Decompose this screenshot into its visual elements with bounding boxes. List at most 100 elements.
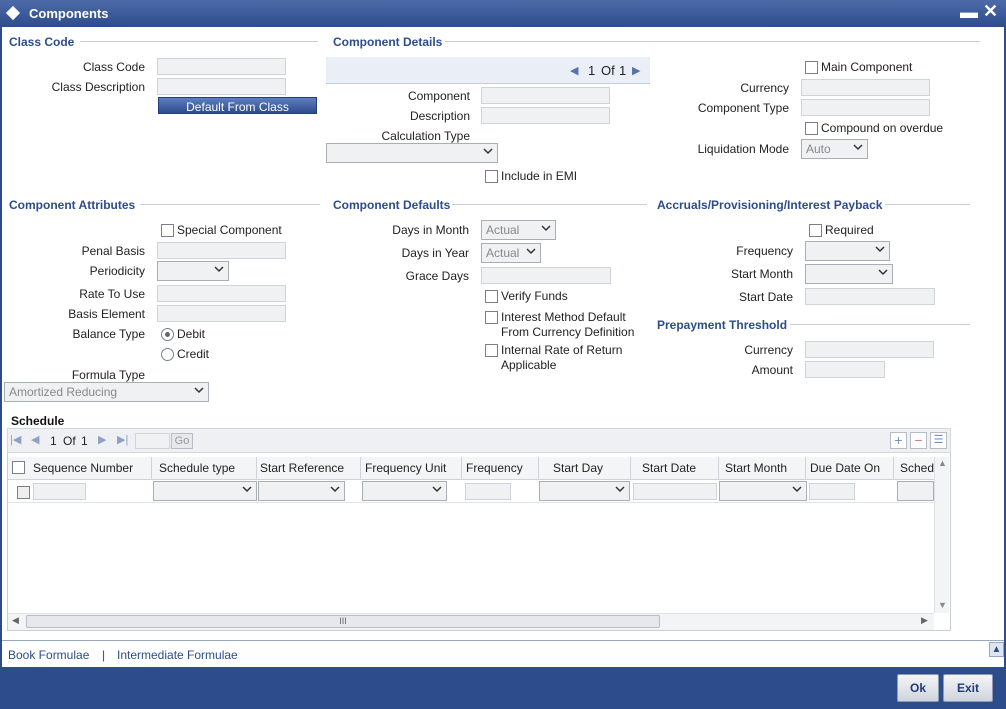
- close-icon[interactable]: ✕: [983, 1, 998, 22]
- due-date-on-input[interactable]: [809, 483, 855, 500]
- periodicity-select[interactable]: [157, 261, 229, 281]
- class-code-input[interactable]: [157, 58, 286, 75]
- start-month-cell-select[interactable]: [719, 481, 807, 501]
- main-component-checkbox[interactable]: [805, 61, 818, 74]
- chevron-down-icon: [615, 486, 625, 493]
- penal-basis-input[interactable]: [157, 242, 286, 259]
- col-schedule[interactable]: Schedule: [894, 457, 934, 480]
- days-in-year-label: Days in Year: [401, 246, 469, 260]
- rate-to-use-input[interactable]: [157, 285, 286, 302]
- start-date-label: Start Date: [738, 290, 793, 304]
- liquidation-mode-label: Liquidation Mode: [697, 142, 789, 156]
- scroll-up-icon[interactable]: ▲: [938, 458, 947, 468]
- col-start-month[interactable]: Start Month: [719, 457, 806, 480]
- exit-button[interactable]: Exit: [943, 674, 993, 702]
- currency-input[interactable]: [801, 79, 930, 96]
- chevron-down-icon: [541, 225, 551, 232]
- frequency-input[interactable]: [465, 483, 511, 500]
- single-view-icon[interactable]: ☰: [930, 432, 947, 449]
- special-component-checkbox[interactable]: [161, 224, 174, 237]
- frequency-label: Frequency: [736, 244, 793, 258]
- scroll-down-icon[interactable]: ▼: [938, 600, 947, 610]
- basis-element-input[interactable]: [157, 305, 286, 322]
- frequency-unit-select[interactable]: [362, 481, 447, 501]
- grace-days-label: Grace Days: [405, 269, 469, 283]
- days-in-year-value: Actual: [486, 246, 520, 260]
- footer-bar: [0, 667, 1006, 709]
- divider: [885, 204, 970, 205]
- formula-type-label: Formula Type: [71, 368, 145, 382]
- col-frequency-unit[interactable]: Frequency Unit: [359, 457, 462, 480]
- debit-label: Debit: [177, 327, 206, 341]
- liquidation-mode-select[interactable]: Auto: [801, 139, 868, 159]
- ok-button[interactable]: Ok: [897, 674, 939, 702]
- class-description-input[interactable]: [157, 78, 286, 95]
- prepayment-amount-input[interactable]: [805, 361, 885, 378]
- credit-label: Credit: [177, 347, 210, 361]
- required-checkbox[interactable]: [809, 224, 822, 237]
- go-button[interactable]: Go: [171, 433, 193, 449]
- pager-next-icon[interactable]: ▶: [632, 64, 640, 77]
- verify-funds-checkbox[interactable]: [485, 290, 498, 303]
- select-all-checkbox[interactable]: [12, 461, 25, 474]
- window-titlebar: Components ▬ ✕: [0, 0, 1006, 27]
- irr-label-2: Applicable: [501, 358, 557, 372]
- schedule-page-total: 1: [81, 434, 88, 448]
- grace-days-input[interactable]: [481, 267, 611, 284]
- frequency-select[interactable]: [805, 241, 890, 261]
- irr-label-1: Internal Rate of Return: [501, 343, 623, 357]
- prepayment-currency-input[interactable]: [805, 341, 934, 358]
- scroll-left-icon[interactable]: ◀: [12, 615, 19, 626]
- col-start-reference[interactable]: Start Reference: [254, 457, 361, 480]
- collapse-up-icon[interactable]: ▲: [989, 642, 1004, 657]
- schedule-cell-select[interactable]: [897, 481, 934, 501]
- start-date-input[interactable]: [805, 288, 935, 305]
- next-page-icon[interactable]: ▶: [98, 433, 106, 446]
- prev-page-icon[interactable]: ◀: [31, 433, 39, 446]
- minimize-icon[interactable]: ▬: [960, 2, 978, 23]
- col-start-day[interactable]: Start Day: [540, 457, 631, 480]
- rate-to-use-label: Rate To Use: [79, 287, 145, 301]
- default-from-class-button[interactable]: Default From Class: [158, 97, 317, 114]
- last-page-icon[interactable]: ▶|: [117, 433, 128, 446]
- interest-method-checkbox[interactable]: [485, 311, 498, 324]
- col-sequence-number[interactable]: Sequence Number: [27, 457, 152, 480]
- row-checkbox[interactable]: [17, 486, 30, 499]
- credit-radio[interactable]: [161, 348, 174, 361]
- book-formulae-link[interactable]: Book Formulae: [8, 648, 89, 662]
- debit-radio[interactable]: [161, 328, 174, 341]
- delete-row-icon[interactable]: −: [910, 432, 927, 449]
- scroll-right-icon[interactable]: ▶: [921, 615, 928, 626]
- penal-basis-label: Penal Basis: [81, 244, 145, 258]
- col-schedule-type[interactable]: Schedule type: [153, 457, 257, 480]
- col-due-date-on[interactable]: Due Date On: [804, 457, 894, 480]
- description-input[interactable]: [481, 107, 610, 124]
- calculation-type-select[interactable]: [326, 143, 498, 163]
- basis-element-label: Basis Element: [68, 307, 145, 321]
- component-type-input[interactable]: [801, 99, 930, 116]
- formula-type-select[interactable]: Amortized Reducing: [4, 382, 209, 402]
- sequence-number-input[interactable]: [33, 483, 86, 500]
- first-page-icon[interactable]: |◀: [10, 433, 21, 446]
- schedule-type-select[interactable]: [153, 481, 257, 501]
- compound-overdue-checkbox[interactable]: [805, 122, 818, 135]
- irr-checkbox[interactable]: [485, 344, 498, 357]
- days-in-year-select[interactable]: Actual: [481, 243, 541, 263]
- scroll-thumb[interactable]: III: [26, 615, 660, 628]
- page-number-input[interactable]: [135, 433, 170, 449]
- start-date-cell-input[interactable]: [633, 483, 717, 500]
- include-emi-checkbox[interactable]: [485, 170, 498, 183]
- col-frequency[interactable]: Frequency: [460, 457, 539, 480]
- vertical-scrollbar[interactable]: [934, 457, 949, 613]
- add-row-icon[interactable]: +: [890, 432, 907, 449]
- intermediate-formulae-link[interactable]: Intermediate Formulae: [117, 648, 238, 662]
- col-start-date[interactable]: Start Date: [629, 457, 719, 480]
- days-in-month-select[interactable]: Actual: [481, 220, 556, 240]
- start-day-select[interactable]: [539, 481, 630, 501]
- links-divider: [2, 640, 1004, 641]
- pager-prev-icon[interactable]: ◀: [570, 64, 578, 77]
- component-input[interactable]: [481, 87, 610, 104]
- chevron-down-icon: [330, 486, 340, 493]
- start-month-select[interactable]: [805, 264, 893, 284]
- start-reference-select[interactable]: [258, 481, 345, 501]
